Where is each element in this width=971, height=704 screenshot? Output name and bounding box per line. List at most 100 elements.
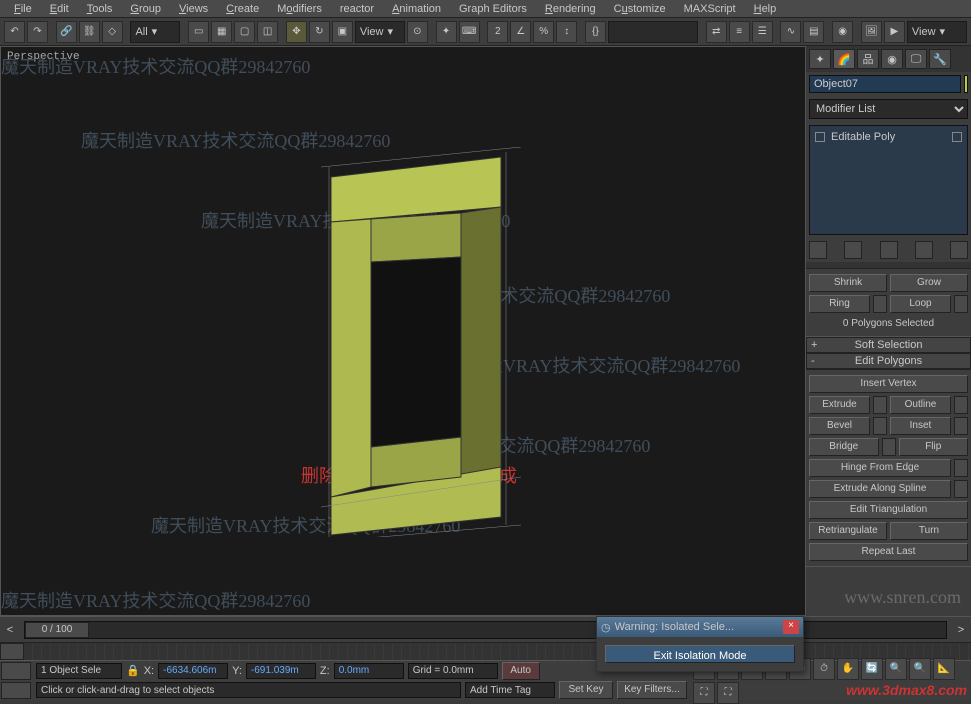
align-button[interactable]: ≡ xyxy=(729,21,750,43)
move-button[interactable]: ✥ xyxy=(286,21,307,43)
modify-tab[interactable]: 🌈 xyxy=(833,49,855,69)
curve-editor-button[interactable]: ∿ xyxy=(780,21,801,43)
exit-isolation-button[interactable]: Exit Isolation Mode xyxy=(605,645,795,663)
select-name-button[interactable]: ▦ xyxy=(211,21,232,43)
display-tab[interactable]: 🖵 xyxy=(905,49,927,69)
mirror-button[interactable]: ⇄ xyxy=(706,21,727,43)
create-tab[interactable]: ✦ xyxy=(809,49,831,69)
object-name-input[interactable] xyxy=(809,75,961,93)
bridge-settings[interactable] xyxy=(882,438,896,456)
shrink-button[interactable]: Shrink xyxy=(809,274,887,292)
x-coord-input[interactable]: -6634.606m xyxy=(158,663,228,679)
unlink-button[interactable]: ⛓ xyxy=(79,21,100,43)
link-button[interactable]: 🔗 xyxy=(56,21,77,43)
make-unique-button[interactable] xyxy=(880,241,898,259)
extrude-spline-settings[interactable] xyxy=(954,480,968,498)
setkey-button[interactable]: Set Key xyxy=(559,681,613,699)
hinge-button[interactable]: Hinge From Edge xyxy=(809,459,951,477)
hierarchy-tab[interactable]: 品 xyxy=(857,49,879,69)
menu-customize[interactable]: Customize xyxy=(606,1,674,17)
undo-button[interactable]: ↶ xyxy=(4,21,25,43)
repeat-last-button[interactable]: Repeat Last xyxy=(809,543,968,561)
menu-edit[interactable]: Edit xyxy=(42,1,77,17)
bevel-button[interactable]: Bevel xyxy=(809,417,870,435)
viewport-perspective[interactable]: Perspective 魔天制造VRAY技术交流QQ群29842760 魔天制造… xyxy=(0,46,806,616)
modifier-list-dropdown[interactable]: Modifier List xyxy=(809,99,968,119)
layers-button[interactable]: ☰ xyxy=(752,21,773,43)
outline-button[interactable]: Outline xyxy=(890,396,951,414)
timeline-next-button[interactable]: > xyxy=(951,624,971,636)
hinge-settings[interactable] xyxy=(954,459,968,477)
rollout-edit-polygons[interactable]: -Edit Polygons xyxy=(806,353,971,369)
configure-sets-button[interactable] xyxy=(950,241,968,259)
ref-coord-dropdown[interactable]: View▾ xyxy=(355,21,405,43)
menu-grapheditors[interactable]: Graph Editors xyxy=(451,1,535,17)
select-object-button[interactable]: ▭ xyxy=(188,21,209,43)
object-color-swatch[interactable] xyxy=(964,75,968,93)
ring-spinner[interactable] xyxy=(873,295,887,313)
snap-2d-button[interactable]: 2 xyxy=(487,21,508,43)
outline-settings[interactable] xyxy=(954,396,968,414)
bind-button[interactable]: ◇ xyxy=(102,21,123,43)
render-button[interactable]: ▶ xyxy=(884,21,905,43)
show-end-result-button[interactable] xyxy=(844,241,862,259)
rotate-button[interactable]: ↻ xyxy=(309,21,330,43)
named-selection-dropdown[interactable] xyxy=(608,21,698,43)
scale-button[interactable]: ▣ xyxy=(332,21,353,43)
spinner-snap-button[interactable]: ↕ xyxy=(556,21,577,43)
menu-file[interactable]: File xyxy=(6,1,40,17)
remove-modifier-button[interactable] xyxy=(915,241,933,259)
fov-button[interactable]: 📐 xyxy=(933,658,955,680)
retriangulate-button[interactable]: Retriangulate xyxy=(809,522,887,540)
edit-tri-button[interactable]: Edit Triangulation xyxy=(809,501,968,519)
menu-group[interactable]: Group xyxy=(122,1,169,17)
pan-view-button[interactable]: ✋ xyxy=(837,658,859,680)
menu-tools[interactable]: Tools xyxy=(79,1,121,17)
maxscript-listener-button[interactable] xyxy=(1,662,31,680)
turn-button[interactable]: Turn xyxy=(890,522,968,540)
inset-settings[interactable] xyxy=(954,417,968,435)
schematic-button[interactable]: ▤ xyxy=(803,21,824,43)
arc-rotate-button[interactable]: 🔄 xyxy=(861,658,883,680)
keyfilters-button[interactable]: Key Filters... xyxy=(617,681,687,699)
insert-vertex-button[interactable]: Insert Vertex xyxy=(809,375,968,393)
zoom-all-button[interactable]: 🔍 xyxy=(909,658,931,680)
menu-help[interactable]: Help xyxy=(746,1,785,17)
menu-create[interactable]: Create xyxy=(218,1,267,17)
close-icon[interactable]: × xyxy=(783,620,799,634)
menu-views[interactable]: Views xyxy=(171,1,216,17)
manipulate-button[interactable]: ✦ xyxy=(436,21,457,43)
redo-button[interactable]: ↷ xyxy=(27,21,48,43)
zoom-button[interactable]: 🔍 xyxy=(885,658,907,680)
bevel-settings[interactable] xyxy=(873,417,887,435)
dialog-titlebar[interactable]: ◷ Warning: Isolated Sele... × xyxy=(597,617,803,637)
extrude-button[interactable]: Extrude xyxy=(809,396,870,414)
menu-animation[interactable]: Animation xyxy=(384,1,449,17)
render-scene-button[interactable]: 🖼 xyxy=(861,21,882,43)
named-sel-button[interactable]: {} xyxy=(585,21,606,43)
extrude-spline-button[interactable]: Extrude Along Spline xyxy=(809,480,951,498)
min-max-toggle-button[interactable]: ⛶ xyxy=(717,682,739,704)
loop-button[interactable]: Loop xyxy=(890,295,951,313)
y-coord-input[interactable]: -691.039m xyxy=(246,663,316,679)
menu-maxscript[interactable]: MAXScript xyxy=(676,1,744,17)
grow-button[interactable]: Grow xyxy=(890,274,968,292)
prompt-toggle-button[interactable] xyxy=(1,682,31,700)
timeline-prev-button[interactable]: < xyxy=(0,624,20,636)
selection-filter-dropdown[interactable]: All▾ xyxy=(130,21,180,43)
ring-button[interactable]: Ring xyxy=(809,295,870,313)
loop-spinner[interactable] xyxy=(954,295,968,313)
menu-reactor[interactable]: reactor xyxy=(332,1,382,17)
bridge-button[interactable]: Bridge xyxy=(809,438,879,456)
time-config-button[interactable]: ⏱ xyxy=(813,658,835,680)
time-slider[interactable]: 0 / 100 xyxy=(24,621,947,639)
lock-icon[interactable]: 🔒 xyxy=(126,664,140,677)
inset-button[interactable]: Inset xyxy=(890,417,951,435)
modifier-stack[interactable]: Editable Poly xyxy=(809,125,968,235)
extrude-settings[interactable] xyxy=(873,396,887,414)
render-preset-dropdown[interactable]: View▾ xyxy=(907,21,967,43)
zoom-extents-button[interactable]: ⛶ xyxy=(693,682,715,704)
keyboard-shortcut-button[interactable]: ⌨ xyxy=(459,21,480,43)
add-time-tag-button[interactable]: Add Time Tag xyxy=(465,682,555,698)
pin-stack-button[interactable] xyxy=(809,241,827,259)
